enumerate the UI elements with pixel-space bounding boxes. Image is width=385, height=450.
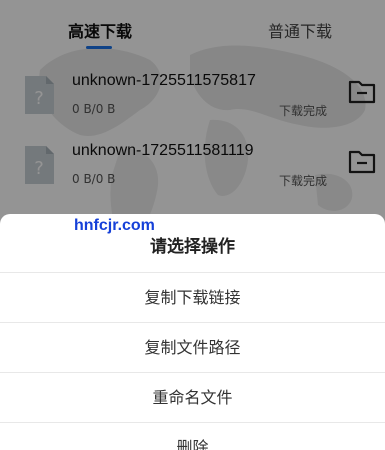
sheet-title: 请选择操作 bbox=[150, 237, 235, 257]
divider bbox=[0, 322, 385, 323]
site-watermark: hnfcjr.com bbox=[74, 217, 155, 234]
divider bbox=[0, 272, 385, 273]
action-sheet: 请选择操作 复制下载链接 复制文件路径 重命名文件 删除 bbox=[0, 214, 385, 450]
copy-file-path-button[interactable]: 复制文件路径 bbox=[0, 324, 385, 372]
divider bbox=[0, 422, 385, 423]
divider bbox=[0, 372, 385, 373]
delete-button[interactable]: 删除 bbox=[0, 424, 385, 450]
rename-file-button[interactable]: 重命名文件 bbox=[0, 374, 385, 422]
copy-download-link-button[interactable]: 复制下载链接 bbox=[0, 274, 385, 322]
